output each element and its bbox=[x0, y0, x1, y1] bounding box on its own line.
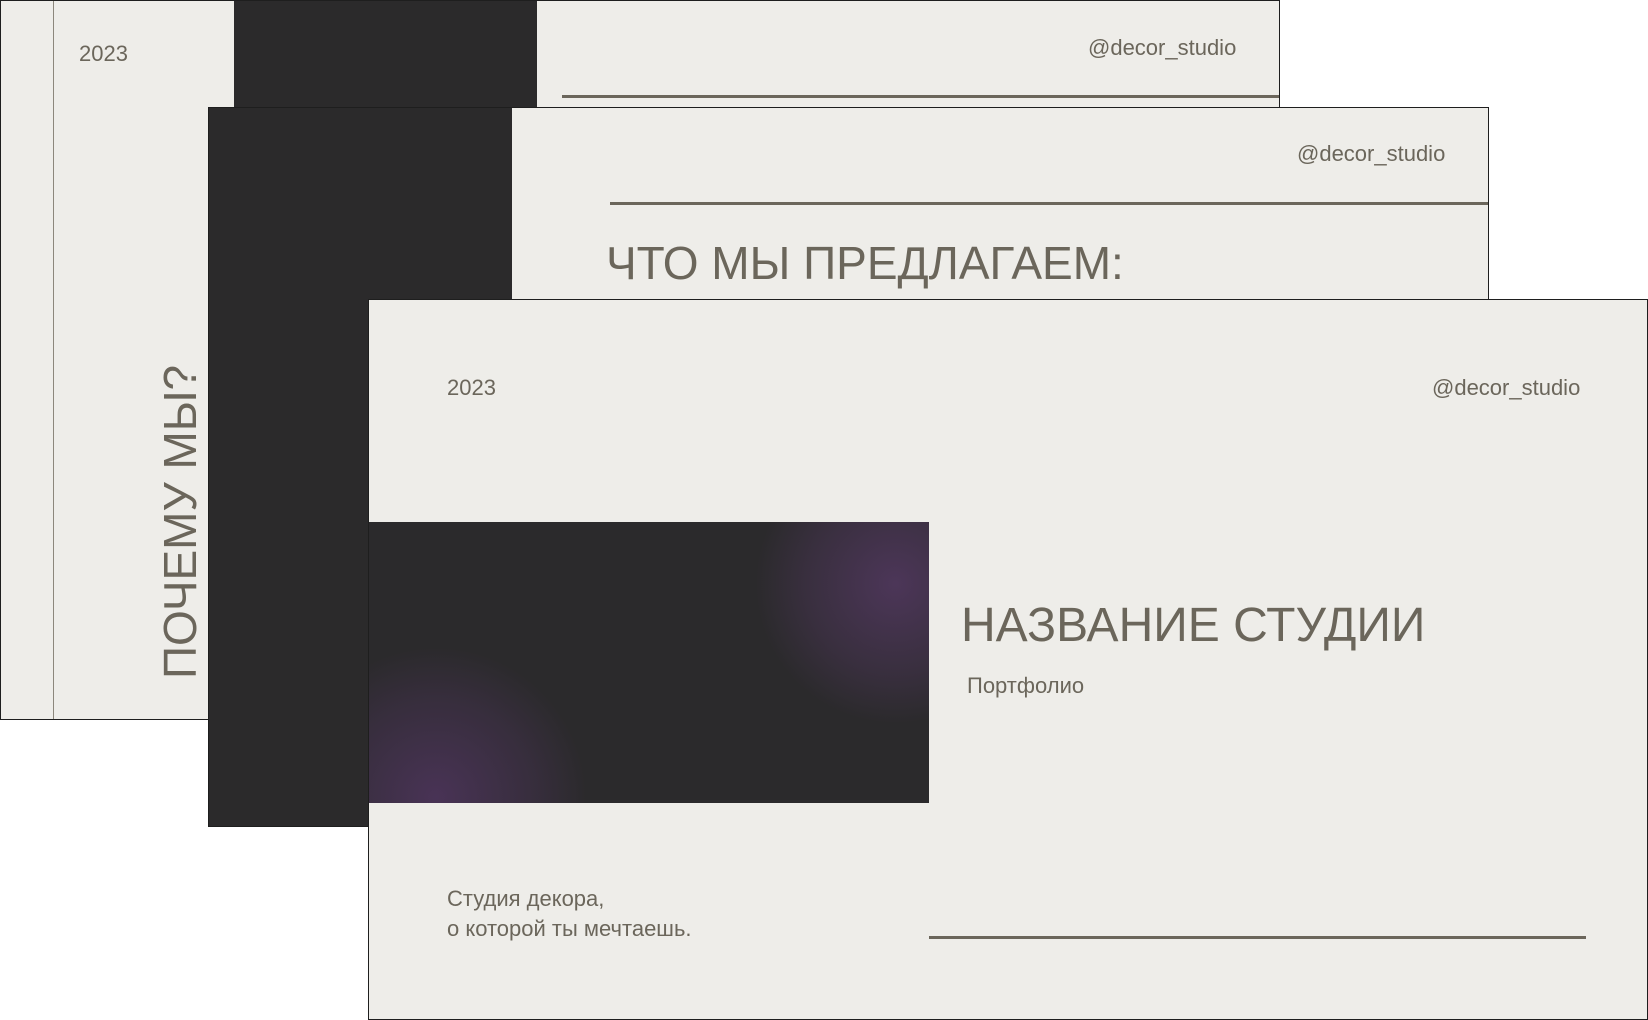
cover-photo bbox=[369, 522, 929, 803]
studio-name-title: НАЗВАНИЕ СТУДИИ bbox=[961, 599, 1426, 652]
slide-title-cover[interactable]: 2023 @decor_studio НАЗВАНИЕ СТУДИИ Портф… bbox=[368, 299, 1648, 1020]
studio-handle: @decor_studio bbox=[1088, 35, 1237, 60]
horizontal-rule bbox=[610, 202, 1488, 205]
studio-handle: @decor_studio bbox=[1297, 141, 1446, 166]
year-label: 2023 bbox=[79, 41, 128, 66]
horizontal-rule bbox=[929, 936, 1586, 939]
horizontal-rule bbox=[562, 95, 1279, 98]
year-label: 2023 bbox=[447, 375, 496, 400]
studio-handle: @decor_studio bbox=[1432, 375, 1581, 400]
tagline: Студия декора, о которой ты мечтаешь. bbox=[447, 884, 692, 944]
vertical-divider bbox=[53, 1, 54, 719]
tagline-line-2: о которой ты мечтаешь. bbox=[447, 916, 692, 941]
tagline-line-1: Студия декора, bbox=[447, 886, 605, 911]
slide-title: ЧТО МЫ ПРЕДЛАГАЕМ: bbox=[606, 237, 1124, 289]
slide-title-vertical: ПОЧЕМУ МЫ? bbox=[154, 364, 206, 679]
portfolio-subtitle: Портфолио bbox=[967, 673, 1085, 698]
